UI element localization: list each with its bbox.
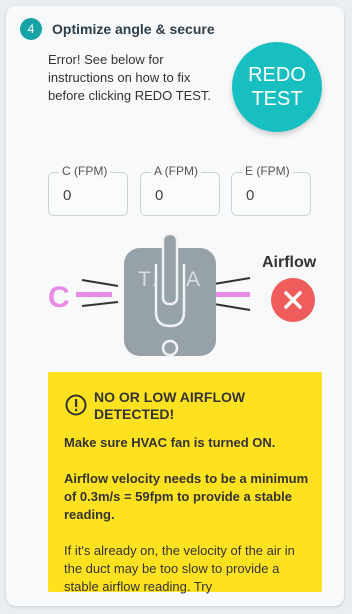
c-fpm-label: C (FPM) xyxy=(59,164,111,178)
airflow-label: Airflow xyxy=(262,254,317,271)
airflow-line-left-bottom xyxy=(81,301,119,307)
alert-body: Make sure HVAC fan is turned ON. Airflow… xyxy=(64,434,310,614)
step-card: 4 Optimize angle & secure Error! See bel… xyxy=(6,6,344,606)
step-header: 4 Optimize angle & secure xyxy=(20,18,215,40)
c-fpm-value: 0 xyxy=(63,187,72,204)
c-pink-line xyxy=(76,292,112,297)
redo-button-line2: TEST xyxy=(251,88,303,110)
redo-test-button[interactable]: REDO TEST xyxy=(232,42,322,132)
step-title: Optimize angle & secure xyxy=(52,21,215,37)
sensor-orientation-diagram: C TZOA xyxy=(48,234,251,357)
error-message: Error! See below for instructions on how… xyxy=(48,52,212,103)
alert-velocity-requirement: Airflow velocity needs to be a minimum o… xyxy=(64,471,309,522)
exclamation-circle-icon xyxy=(65,394,87,416)
e-fpm-value: 0 xyxy=(246,187,255,204)
airflow-line-right-bottom xyxy=(213,303,251,311)
e-fpm-label: E (FPM) xyxy=(242,164,293,178)
a-fpm-field[interactable]: A (FPM) 0 xyxy=(140,164,220,216)
c-direction-label: C xyxy=(48,281,70,314)
alert-duct-note: If it's already on, the velocity of the … xyxy=(64,543,295,594)
probe-stem xyxy=(161,234,179,306)
alert-fan-instruction: Make sure HVAC fan is turned ON. xyxy=(64,435,276,450)
airflow-line-left-top xyxy=(81,279,119,287)
redo-button-line1: REDO xyxy=(248,64,306,86)
x-glyph xyxy=(284,291,302,309)
step-number-badge: 4 xyxy=(20,18,42,40)
airflow-line-right-top xyxy=(213,277,251,285)
low-airflow-alert: NO OR LOW AIRFLOW DETECTED! Make sure HV… xyxy=(48,372,322,594)
a-fpm-label: A (FPM) xyxy=(151,164,201,178)
e-fpm-field[interactable]: E (FPM) 0 xyxy=(231,164,311,216)
c-fpm-field[interactable]: C (FPM) 0 xyxy=(48,164,128,216)
a-fpm-value: 0 xyxy=(155,187,164,204)
alert-title: NO OR LOW AIRFLOW DETECTED! xyxy=(94,389,246,422)
x-circle-icon xyxy=(271,278,315,322)
